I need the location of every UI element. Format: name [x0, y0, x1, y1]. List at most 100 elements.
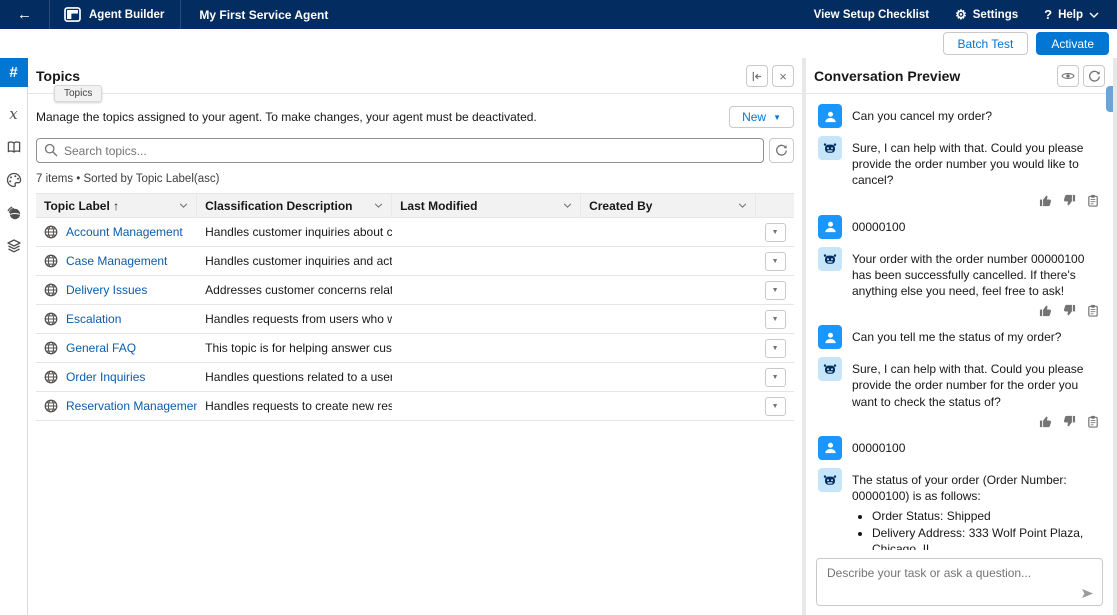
- globe-icon: [44, 254, 58, 268]
- close-icon: ×: [779, 69, 787, 84]
- send-icon[interactable]: [1081, 588, 1094, 599]
- table-row[interactable]: Case Management Handles customer inquiri…: [36, 247, 794, 276]
- refresh-list-button[interactable]: [769, 138, 794, 163]
- globe-icon: [44, 399, 58, 413]
- agent-bot-avatar: [818, 136, 842, 160]
- view-setup-checklist-link[interactable]: View Setup Checklist: [814, 9, 929, 21]
- globe-signal-icon: [6, 205, 22, 221]
- row-actions-button[interactable]: ▼: [765, 252, 786, 271]
- copy-icon[interactable]: [1087, 194, 1099, 207]
- hash-icon: #: [9, 64, 17, 81]
- help-menu[interactable]: ? Help: [1044, 7, 1099, 22]
- topic-link[interactable]: Delivery Issues: [66, 283, 147, 297]
- layers-icon: [6, 238, 22, 254]
- column-header-created-by[interactable]: Created By: [581, 194, 756, 217]
- app-switcher[interactable]: Agent Builder: [50, 0, 181, 29]
- sidebar-item-channels[interactable]: [0, 198, 28, 228]
- sidebar-item-knowledge[interactable]: [0, 132, 28, 162]
- topic-link[interactable]: Escalation: [66, 312, 121, 326]
- table-row[interactable]: Delivery Issues Addresses customer conce…: [36, 276, 794, 305]
- sidebar-item-variables[interactable]: x: [0, 99, 28, 129]
- chevron-down-icon: ▼: [772, 403, 779, 410]
- settings-button[interactable]: ⚙ Settings: [955, 7, 1018, 23]
- close-panel-button[interactable]: ×: [772, 65, 794, 87]
- activate-button[interactable]: Activate: [1036, 32, 1109, 55]
- topic-link[interactable]: General FAQ: [66, 341, 136, 355]
- collapse-icon: [751, 71, 763, 82]
- preview-visibility-button[interactable]: [1057, 65, 1079, 87]
- left-icon-rail: # x: [0, 58, 28, 615]
- book-icon: [6, 139, 22, 155]
- agent-builder-icon: [64, 7, 81, 22]
- thumbs-down-icon[interactable]: [1063, 415, 1076, 428]
- robot-icon: [822, 361, 838, 377]
- table-row[interactable]: General FAQ This topic is for helping an…: [36, 334, 794, 363]
- new-topic-button[interactable]: New ▼: [729, 106, 794, 128]
- row-actions-button[interactable]: ▼: [765, 397, 786, 416]
- main-area: # x Topics Topics: [0, 58, 1117, 615]
- help-icon: ?: [1044, 7, 1052, 22]
- topics-description: Manage the topics assigned to your agent…: [36, 110, 537, 124]
- row-actions-button[interactable]: ▼: [765, 310, 786, 329]
- refresh-icon: [775, 144, 788, 157]
- table-row[interactable]: Reservation Management Handles requests …: [36, 392, 794, 421]
- globe-icon: [44, 370, 58, 384]
- search-topics-input[interactable]: [36, 138, 764, 163]
- agent-name-title: My First Service Agent: [181, 8, 346, 22]
- copy-icon[interactable]: [1087, 415, 1099, 428]
- thumbs-up-icon[interactable]: [1039, 415, 1052, 428]
- back-button[interactable]: ←: [0, 0, 50, 29]
- thumbs-up-icon[interactable]: [1039, 194, 1052, 207]
- table-row[interactable]: Account Management Handles customer inqu…: [36, 218, 794, 247]
- row-actions-button[interactable]: ▼: [765, 368, 786, 387]
- restart-conversation-button[interactable]: [1083, 65, 1105, 87]
- chat-message-user: Can you cancel my order?: [818, 104, 1101, 128]
- column-header-last-modified[interactable]: Last Modified: [392, 194, 581, 217]
- agent-bot-avatar: [818, 247, 842, 271]
- user-avatar: [818, 436, 842, 460]
- message-feedback: [1039, 194, 1101, 207]
- back-arrow-icon: ←: [17, 6, 32, 23]
- column-header-topic-label[interactable]: Topic Label ↑: [36, 194, 197, 217]
- palette-icon: [6, 172, 22, 188]
- table-row[interactable]: Order Inquiries Handles questions relate…: [36, 363, 794, 392]
- action-bar: Batch Test Activate: [0, 29, 1117, 58]
- sidebar-item-layers[interactable]: [0, 231, 28, 261]
- row-actions-button[interactable]: ▼: [765, 339, 786, 358]
- message-feedback: [1039, 415, 1101, 428]
- column-header-classification-description[interactable]: Classification Description: [197, 194, 392, 217]
- collapse-panel-button[interactable]: [746, 65, 768, 87]
- user-avatar: [818, 104, 842, 128]
- topic-link[interactable]: Case Management: [66, 254, 167, 268]
- topic-link[interactable]: Account Management: [66, 225, 183, 239]
- sidebar-item-theme[interactable]: [0, 165, 28, 195]
- batch-test-button[interactable]: Batch Test: [943, 32, 1029, 55]
- refresh-icon: [1088, 70, 1101, 83]
- thumbs-down-icon[interactable]: [1063, 304, 1076, 317]
- table-row[interactable]: Escalation Handles requests from users w…: [36, 305, 794, 334]
- row-actions-button[interactable]: ▼: [765, 223, 786, 242]
- copy-icon[interactable]: [1087, 304, 1099, 317]
- chevron-down-icon: ▼: [772, 345, 779, 352]
- person-icon: [823, 109, 838, 124]
- topic-description-cell: This topic is for helping answer custome…: [197, 341, 392, 355]
- person-icon: [823, 330, 838, 345]
- topics-panel: Topics Topics × Manage the topics assign…: [28, 58, 806, 615]
- sidebar-item-topics[interactable]: #: [0, 58, 28, 87]
- chat-message-agent: Your order with the order number 0000010…: [818, 247, 1101, 300]
- eye-icon: [1061, 71, 1075, 81]
- row-actions-button[interactable]: ▼: [765, 281, 786, 300]
- robot-icon: [822, 472, 838, 488]
- robot-icon: [822, 140, 838, 156]
- chat-message-agent: Sure, I can help with that. Could you pl…: [818, 136, 1101, 189]
- topic-link[interactable]: Reservation Management: [66, 399, 197, 413]
- thumbs-down-icon[interactable]: [1063, 194, 1076, 207]
- topic-link[interactable]: Order Inquiries: [66, 370, 145, 384]
- topics-tooltip: Topics: [54, 85, 102, 102]
- scrollbar-thumb[interactable]: [1106, 86, 1113, 112]
- thumbs-up-icon[interactable]: [1039, 304, 1052, 317]
- person-icon: [823, 440, 838, 455]
- globe-icon: [44, 341, 58, 355]
- chat-input[interactable]: [817, 559, 1102, 605]
- sort-asc-icon: ↑: [113, 199, 119, 213]
